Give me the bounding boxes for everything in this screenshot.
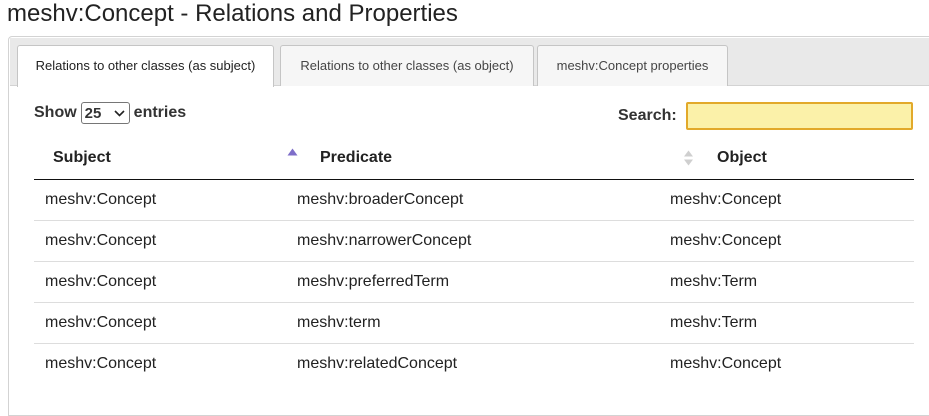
cell-object: meshv:Concept [670,232,782,249]
cell-predicate: meshv:broaderConcept [297,191,464,208]
entries-length-control: Show 25 entries [34,102,186,124]
tab-concept-properties[interactable]: meshv:Concept properties [537,45,728,86]
sort-both-icon[interactable] [683,150,694,166]
cell-object: meshv:Concept [670,355,782,372]
cell-object: meshv:Term [670,314,758,331]
entries-label: entries [133,104,187,121]
tab-bar: Relations to other classes (as subject) … [10,38,929,87]
cell-object: meshv:Term [670,273,758,290]
tab-relations-as-subject[interactable]: Relations to other classes (as subject) [17,45,274,87]
cell-subject: meshv:Concept [45,355,157,372]
sort-asc-icon[interactable] [287,148,298,156]
table-row: meshv:Concept meshv:broaderConcept meshv… [34,180,914,221]
search-control: Search: [618,102,913,130]
show-label: Show [34,104,77,121]
column-header-subject[interactable]: Subject [53,149,111,167]
relations-table: Subject Predicate Object meshv:Concept m… [34,138,914,384]
column-header-object[interactable]: Object [717,149,767,167]
table-row: meshv:Concept meshv:preferredTerm meshv:… [34,262,914,303]
cell-predicate: meshv:term [297,314,381,331]
entries-per-page-select[interactable]: 25 [80,102,130,124]
cell-subject: meshv:Concept [45,314,157,331]
cell-predicate: meshv:preferredTerm [297,273,450,290]
entries-per-page-value: 25 [84,104,102,122]
cell-object: meshv:Concept [670,191,782,208]
search-input[interactable] [685,102,913,130]
cell-subject: meshv:Concept [45,273,157,290]
table-header: Subject Predicate Object [34,138,914,180]
cell-subject: meshv:Concept [45,191,157,208]
cell-subject: meshv:Concept [45,232,157,249]
page-title: meshv:Concept - Relations and Properties [7,0,458,27]
chevron-down-icon [114,109,125,117]
table-row: meshv:Concept meshv:relatedConcept meshv… [34,344,914,384]
cell-predicate: meshv:narrowerConcept [297,232,472,249]
table-row: meshv:Concept meshv:narrowerConcept mesh… [34,221,914,262]
search-label: Search: [618,107,677,124]
tab-relations-as-object[interactable]: Relations to other classes (as object) [280,45,534,86]
cell-predicate: meshv:relatedConcept [297,355,458,372]
column-header-predicate[interactable]: Predicate [320,149,392,167]
table-row: meshv:Concept meshv:term meshv:Term [34,303,914,344]
